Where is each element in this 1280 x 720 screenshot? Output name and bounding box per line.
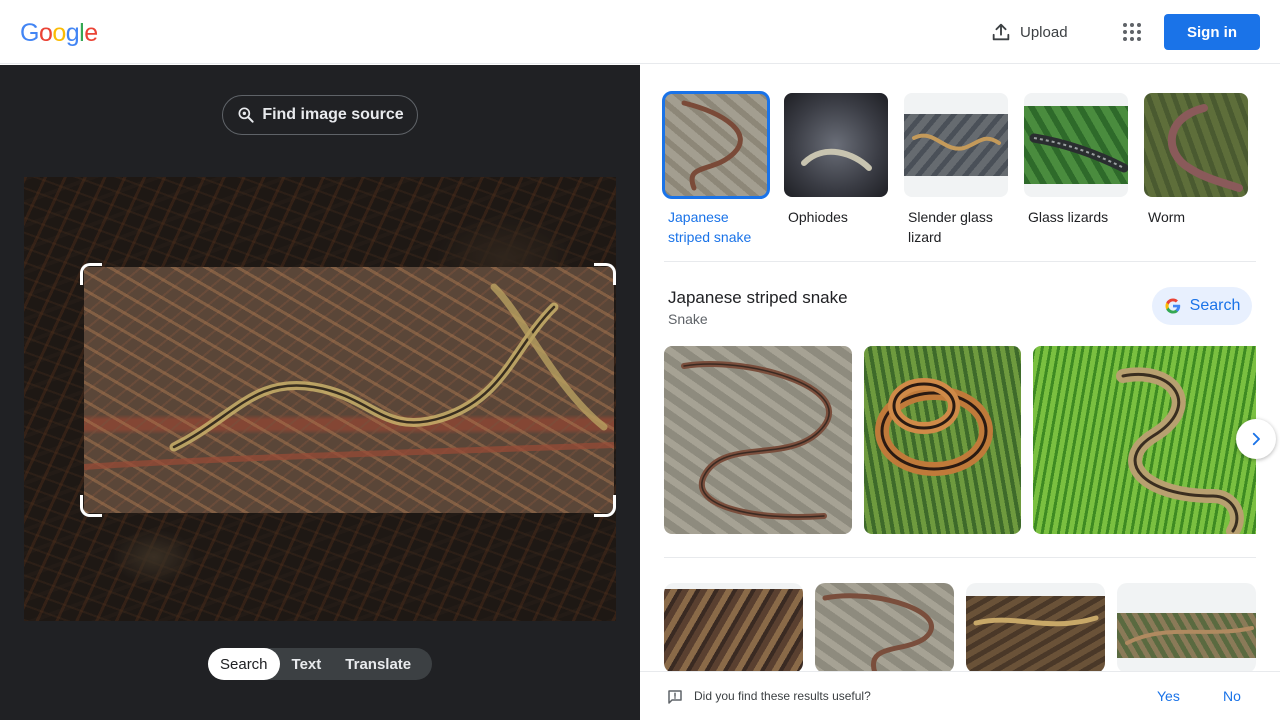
find-image-source-label: Find image source <box>262 106 404 123</box>
query-image <box>24 177 616 621</box>
visual-match-image[interactable] <box>1117 583 1256 673</box>
feedback-icon <box>668 690 682 704</box>
crop-handle-bottom-right[interactable] <box>594 495 616 517</box>
lens-search-icon <box>238 107 254 123</box>
logo-letter: e <box>84 19 98 47</box>
google-logo[interactable]: Google <box>20 18 98 48</box>
google-search-button[interactable]: Search <box>1152 287 1252 325</box>
chip-thumbnail <box>662 91 770 199</box>
crop-handle-top-right[interactable] <box>594 263 616 285</box>
logo-letter: g <box>65 19 80 47</box>
feedback-no-button[interactable]: No <box>1223 688 1241 704</box>
top-bar: Google Upload Sign in <box>0 0 1280 64</box>
visual-match-image[interactable] <box>664 583 803 673</box>
divider <box>664 261 1256 262</box>
gallery-image[interactable] <box>664 346 852 534</box>
entity-subtitle: Snake <box>668 311 708 327</box>
crop-handle-bottom-left[interactable] <box>80 495 102 517</box>
logo-letter: o <box>38 19 53 47</box>
chip-thumbnail <box>1144 93 1248 197</box>
upload-button[interactable]: Upload <box>990 16 1068 48</box>
apps-grid-icon[interactable] <box>1120 20 1144 44</box>
upload-icon <box>992 23 1010 41</box>
gallery-image[interactable] <box>864 346 1021 534</box>
gallery-next-button[interactable] <box>1236 419 1276 459</box>
chip-label: Worm <box>1148 209 1186 225</box>
entity-title[interactable]: Japanese striped snake <box>668 288 848 308</box>
google-search-label: Search <box>1189 297 1241 314</box>
crop-handle-top-left[interactable] <box>80 263 102 285</box>
chip-label: Japanese striped snake <box>668 209 752 245</box>
visual-match-image[interactable] <box>966 583 1105 673</box>
related-chips: Japanese striped snake Ophiodes Slender … <box>662 91 1248 247</box>
gallery-image[interactable] <box>1033 346 1256 534</box>
tab-translate[interactable]: Translate <box>333 648 423 680</box>
feedback-yes-button[interactable]: Yes <box>1157 688 1180 704</box>
tab-search[interactable]: Search <box>208 648 280 680</box>
find-image-source-button[interactable]: Find image source <box>222 95 418 135</box>
mode-tabs: Search Text Translate <box>208 648 432 680</box>
chip-label: Ophiodes <box>788 209 848 225</box>
feedback-question: Did you find these results useful? <box>694 689 871 703</box>
visual-match-image[interactable] <box>815 583 954 673</box>
divider <box>664 557 1256 558</box>
chip-slender-glass-lizard[interactable]: Slender glass lizard <box>904 93 1008 247</box>
chip-label: Slender glass lizard <box>908 209 993 245</box>
tab-text[interactable]: Text <box>280 648 334 680</box>
logo-letter: o <box>52 19 66 47</box>
chip-glass-lizards[interactable]: Glass lizards <box>1024 93 1128 247</box>
feedback-bar: Did you find these results useful? Yes N… <box>640 671 1280 720</box>
chip-ophiodes[interactable]: Ophiodes <box>784 93 888 247</box>
snake-illustration <box>84 283 614 470</box>
image-preview-pane: Find image source Search Text Translate <box>0 65 640 720</box>
chip-thumbnail <box>904 93 1008 197</box>
chip-thumbnail <box>1024 93 1128 197</box>
chip-japanese-striped-snake[interactable]: Japanese striped snake <box>662 91 770 247</box>
upload-label: Upload <box>1020 23 1068 41</box>
crop-selection[interactable] <box>84 267 614 513</box>
results-pane: Japanese striped snake Ophiodes Slender … <box>640 65 1280 720</box>
chip-worm[interactable]: Worm <box>1144 93 1248 247</box>
entity-image-gallery <box>664 346 1280 534</box>
sign-in-button[interactable]: Sign in <box>1164 14 1260 50</box>
google-g-icon <box>1165 298 1180 314</box>
chip-thumbnail <box>784 93 888 197</box>
chevron-right-icon <box>1252 432 1260 446</box>
logo-letter: G <box>20 19 39 47</box>
chip-label: Glass lizards <box>1028 209 1109 225</box>
